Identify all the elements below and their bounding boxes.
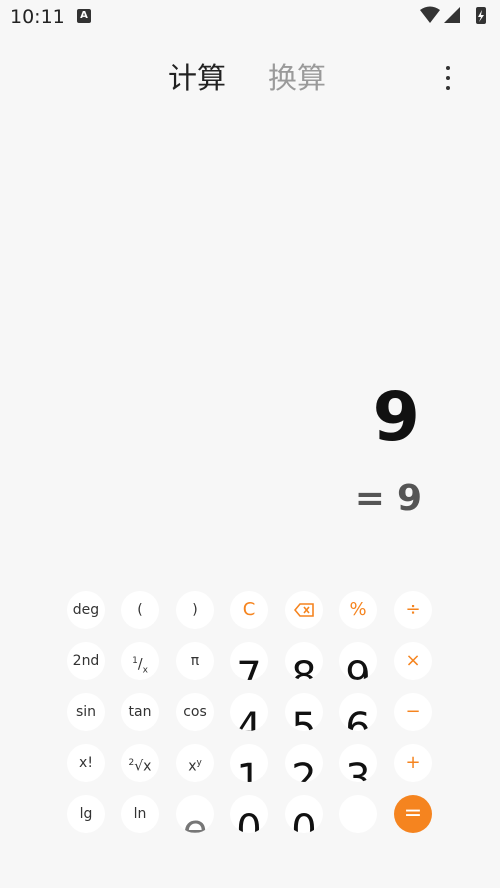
expression-display: 9	[372, 378, 420, 457]
digit-2-key[interactable]: 2	[285, 744, 323, 782]
more-options-icon[interactable]	[438, 64, 458, 94]
clear-key[interactable]: C	[230, 591, 268, 629]
tab-calculate[interactable]: 计算	[168, 58, 226, 98]
wifi-signal-battery-icon	[420, 6, 486, 24]
deg-key[interactable]: deg	[67, 591, 105, 629]
digit-1-key[interactable]: 1	[230, 744, 268, 782]
sin-key[interactable]: sin	[67, 693, 105, 731]
digit-7-key[interactable]: 7	[230, 642, 268, 680]
result-equals-sign: =	[354, 478, 385, 519]
digit-0-key[interactable]: 0	[230, 795, 268, 833]
second-function-key[interactable]: 2nd	[67, 642, 105, 680]
cos-key[interactable]: cos	[176, 693, 214, 731]
backspace-icon[interactable]	[285, 591, 323, 629]
digit-4-key[interactable]: 4	[230, 693, 268, 731]
digit-3-key[interactable]: 3	[339, 744, 377, 782]
tan-key[interactable]: tan	[121, 693, 159, 731]
digit-6-key[interactable]: 6	[339, 693, 377, 731]
right-paren-key[interactable]: )	[176, 591, 214, 629]
pi-key[interactable]: π	[176, 642, 214, 680]
reciprocal-key[interactable]: 1/x	[121, 642, 159, 680]
result-display: = 9	[355, 478, 422, 519]
ln-key[interactable]: ln	[121, 795, 159, 833]
tab-convert[interactable]: 换算	[268, 58, 326, 98]
result-value: 9	[396, 478, 422, 519]
sqrt-key[interactable]: 2√x	[121, 744, 159, 782]
power-key[interactable]: xy	[176, 744, 214, 782]
accessibility-icon: A	[77, 9, 91, 23]
plus-key[interactable]: +	[394, 744, 432, 782]
divide-key[interactable]: ÷	[394, 591, 432, 629]
multiply-key[interactable]: ×	[394, 642, 432, 680]
status-time: 10:11	[10, 6, 65, 28]
minus-key[interactable]: −	[394, 693, 432, 731]
tab-bar: 计算 换算	[0, 58, 500, 102]
digit-5-key[interactable]: 5	[285, 693, 323, 731]
left-paren-key[interactable]: (	[121, 591, 159, 629]
digit-8-key[interactable]: 8	[285, 642, 323, 680]
status-bar: 10:11 A	[0, 0, 500, 34]
percent-key[interactable]: %	[339, 591, 377, 629]
equals-key[interactable]: =	[394, 795, 432, 833]
e-key[interactable]: e	[176, 795, 214, 833]
decimal-key[interactable]	[339, 795, 377, 833]
digit-9-key[interactable]: 9	[339, 642, 377, 680]
status-icons	[420, 6, 492, 30]
lg-key[interactable]: lg	[67, 795, 105, 833]
double-zero-key[interactable]: 0	[285, 795, 323, 833]
factorial-key[interactable]: x!	[67, 744, 105, 782]
